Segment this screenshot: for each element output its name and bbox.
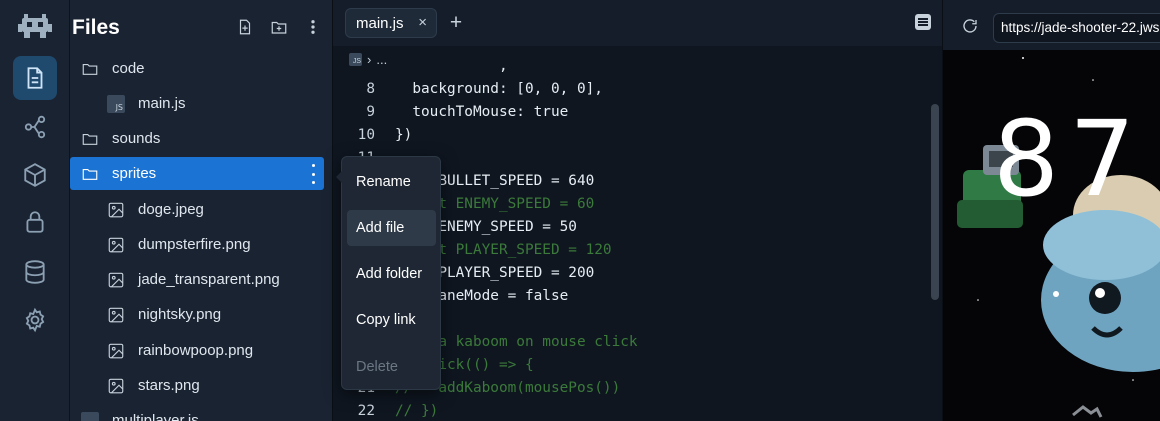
image-file-icon [106,305,126,325]
tree-folder-sprites[interactable]: sprites [70,157,324,190]
editor-scrollbar[interactable] [931,104,939,300]
tree-folder-sounds[interactable]: sounds [70,122,324,155]
secrets-nav-button[interactable] [13,200,57,244]
new-folder-button[interactable] [268,16,290,38]
tree-file-multiplayer-js[interactable]: JS multiplayer.js [70,404,324,421]
tree-file-rainbowpoop[interactable]: rainbowpoop.png [70,334,324,367]
reload-icon [963,19,977,33]
line-number: 22 [357,403,375,419]
settings-nav-button[interactable] [13,298,57,342]
delete-menu-item: Delete [356,359,398,375]
tab-label: main.js [356,14,404,32]
tree-item-label: code [112,60,145,77]
tree-file-dumpsterfire[interactable]: dumpsterfire.png [70,228,324,261]
line-number: 9 [366,104,375,120]
code-line[interactable]: 22 // }) [333,400,933,421]
reload-button[interactable] [961,17,979,35]
image-file-icon [106,200,126,220]
database-nav-button[interactable] [13,250,57,294]
files-more-button[interactable] [302,16,324,38]
image-file-icon [106,341,126,361]
lock-icon [26,211,44,233]
files-nav-button[interactable] [13,56,57,100]
tree-file-doge[interactable]: doge.jpeg [70,193,324,226]
gear-icon [25,307,45,333]
code-line[interactable]: 9 touchToMouse: true [333,101,933,124]
files-panel-title: Files [72,16,120,39]
add-file-menu-item[interactable]: Add file [347,210,436,246]
preview-pane: https://jade-shooter-22.jws 87 [942,0,1160,421]
js-file-icon: JS [80,411,100,421]
editor-tab-bar: main.js × + [333,0,943,46]
tree-item-label: sounds [112,130,161,147]
code-text: background: [0, 0, 0], [395,81,603,97]
source-control-nav-button[interactable] [13,105,57,149]
line-number: 8 [366,81,375,97]
code-line[interactable]: 8 background: [0, 0, 0], [333,78,933,101]
tree-item-label: stars.png [138,377,200,394]
preview-toolbar: https://jade-shooter-22.jws [943,0,1160,50]
tree-file-nightsky[interactable]: nightsky.png [70,298,324,331]
cube-icon [24,163,46,187]
file-icon [27,67,43,89]
tree-item-label: dumpsterfire.png [138,236,251,253]
row-kebab-icon[interactable] [308,164,318,184]
tree-file-main-js[interactable]: JS main.js [70,87,324,120]
image-file-icon [106,376,126,396]
image-file-icon [106,235,126,255]
close-tab-icon[interactable]: × [418,14,427,31]
tree-item-label: nightsky.png [138,306,222,323]
copy-link-menu-item[interactable]: Copy link [347,302,436,338]
kebab-menu-icon [311,20,315,34]
rename-menu-item[interactable]: Rename [347,164,436,200]
js-file-icon: JS [106,94,126,114]
files-panel-actions [234,16,324,38]
folder-icon [80,164,100,184]
tree-item-label: main.js [138,95,186,112]
preview-url-field[interactable]: https://jade-shooter-22.jws [993,13,1160,43]
new-file-button[interactable] [234,16,256,38]
tree-item-label: sprites [112,165,157,182]
new-file-icon [239,19,251,35]
app-logo-icon[interactable] [18,12,52,42]
tree-item-label: multiplayer.js [112,412,199,421]
folder-icon [80,59,100,79]
line-number: 10 [357,127,375,143]
editor-options-icon[interactable] [915,14,931,30]
context-menu: Rename Add file Add folder Copy link Del… [336,156,441,390]
new-folder-icon [271,21,287,34]
code-line[interactable]: , [333,55,933,78]
code-line[interactable]: 10}) [333,124,933,147]
new-tab-button[interactable]: + [445,10,467,36]
tree-folder-code[interactable]: code [70,52,324,85]
tree-item-label: doge.jpeg [138,201,204,218]
image-file-icon [106,270,126,290]
database-icon [25,260,45,284]
code-text: // }) [395,403,439,419]
game-score: 87 [993,98,1146,220]
tree-item-label: jade_transparent.png [138,271,280,288]
tree-file-jade-transparent[interactable]: jade_transparent.png [70,263,324,296]
code-text: , [395,58,508,74]
tab-main-js[interactable]: main.js × [345,8,437,38]
activity-rail [0,0,70,421]
folder-icon [80,129,100,149]
game-canvas[interactable]: 87 [943,50,1160,421]
tree-item-label: rainbowpoop.png [138,342,254,359]
git-branch-icon [24,115,46,139]
line-number [333,55,375,78]
files-panel: Files code JS main.js sounds sprites dog… [70,0,332,421]
code-text: touchToMouse: true [395,104,569,120]
code-text: }) [395,127,413,143]
packages-nav-button[interactable] [13,153,57,197]
add-folder-menu-item[interactable]: Add folder [347,256,436,292]
tree-file-stars[interactable]: stars.png [70,369,324,402]
